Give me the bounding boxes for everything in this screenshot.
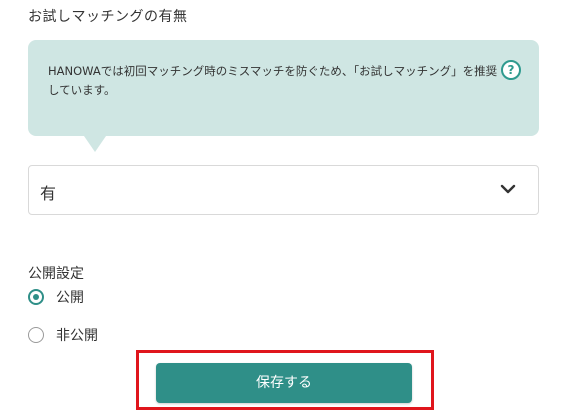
radio-private-label: 非公開: [56, 328, 98, 344]
trial-matching-select[interactable]: 有: [28, 165, 539, 215]
radio-checked-icon[interactable]: [28, 289, 44, 305]
radio-unchecked-icon[interactable]: [28, 327, 44, 343]
select-value: 有: [40, 184, 57, 203]
visibility-label: 公開設定: [28, 266, 84, 282]
trial-matching-settings: お試しマッチングの有無 HANOWAでは初回マッチング時のミスマッチを防ぐため、…: [0, 0, 578, 418]
radio-private[interactable]: 非公開: [28, 325, 98, 345]
question-circle-icon[interactable]: ?: [501, 60, 521, 80]
info-bubble: HANOWAでは初回マッチング時のミスマッチを防ぐため、「お試しマッチング」を推…: [28, 40, 539, 152]
info-text: HANOWAでは初回マッチング時のミスマッチを防ぐため、「お試しマッチング」を推…: [48, 64, 498, 97]
section-title: お試しマッチングの有無: [28, 9, 188, 25]
radio-public[interactable]: 公開: [28, 287, 84, 307]
chevron-down-icon: [500, 184, 516, 194]
radio-public-label: 公開: [56, 290, 84, 306]
save-button[interactable]: 保存する: [156, 363, 412, 403]
